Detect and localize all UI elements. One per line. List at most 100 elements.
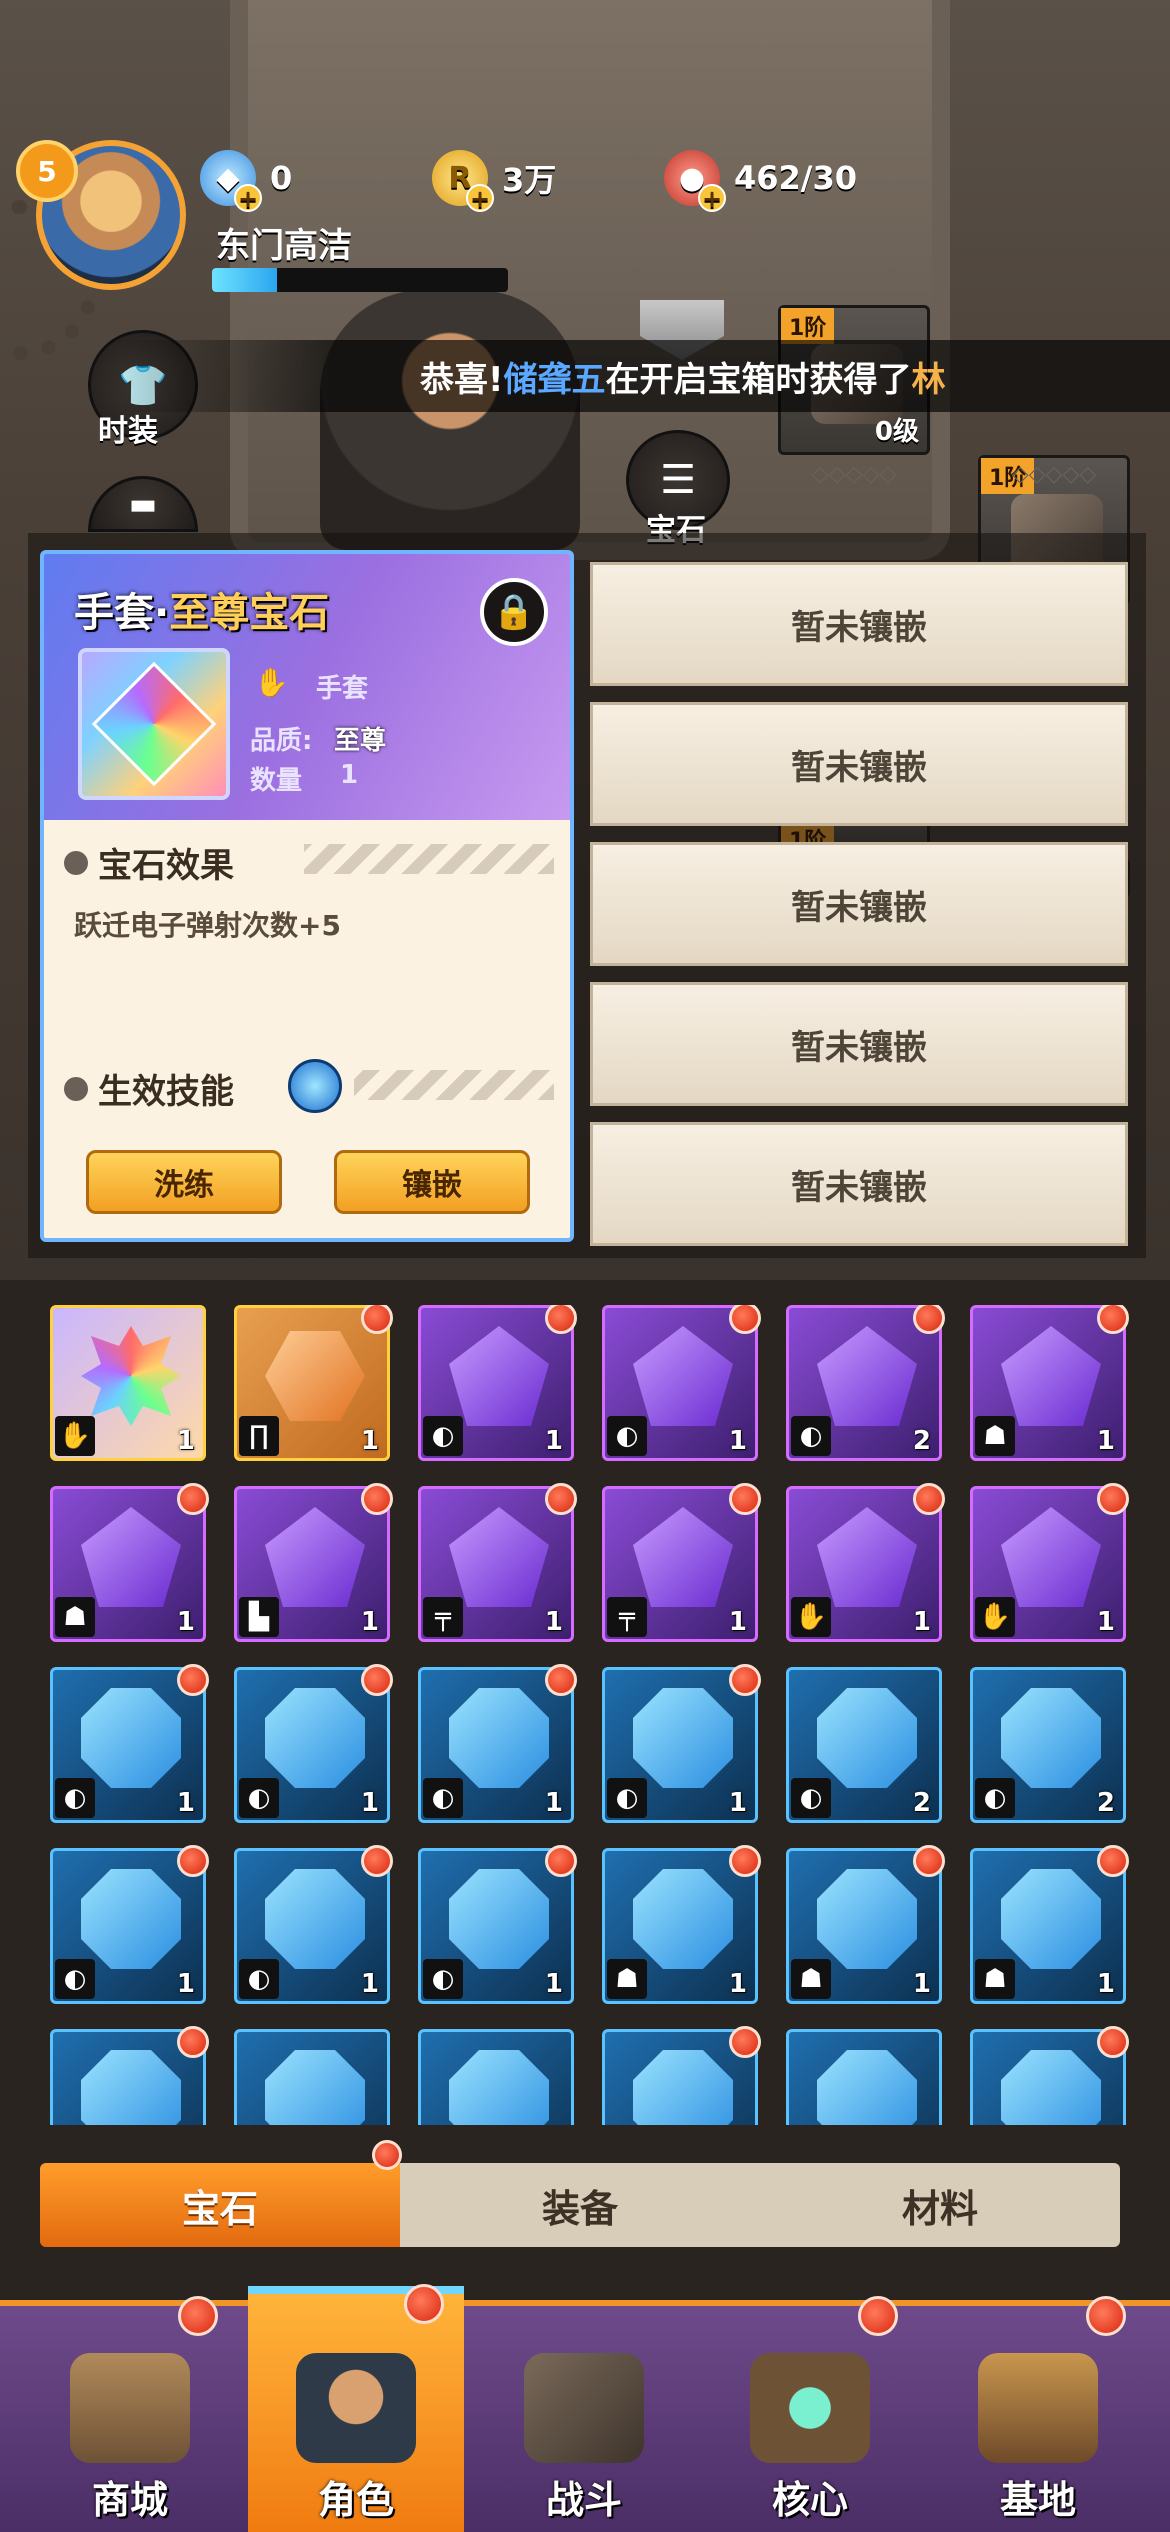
gem-item[interactable]: ◐ 2	[786, 1305, 945, 1461]
resource-coin[interactable]: R + 3万	[432, 150, 556, 212]
nav-base[interactable]: 基地	[930, 2296, 1146, 2532]
plus-icon[interactable]: +	[466, 184, 494, 212]
resource-stamina[interactable]: ● + 462/30	[664, 150, 857, 212]
notification-dot	[361, 1845, 393, 1877]
gem-item[interactable]: ▙ 1	[234, 1483, 393, 1642]
empty-socket[interactable]: 暂未镶嵌	[590, 562, 1128, 686]
nav-battle[interactable]: 战斗	[476, 2306, 692, 2532]
lock-button[interactable]: 🔒	[480, 578, 548, 646]
gem-item[interactable]: ✋ 1	[970, 1483, 1129, 1642]
gem-item[interactable]: ☗ 1	[970, 1305, 1129, 1461]
gem-item[interactable]: ◐ 1	[234, 1664, 393, 1823]
plus-icon[interactable]: +	[698, 184, 726, 212]
blue-gem-icon	[633, 2050, 733, 2125]
helmet-icon: ◐	[607, 1416, 647, 1456]
boot-icon: ▙	[239, 1597, 279, 1637]
effect-text: 跃迁电子弹射次数+5	[74, 909, 341, 942]
armor-icon: ☗	[975, 1416, 1015, 1456]
gem-item[interactable]: ◐ 2	[786, 1667, 942, 1823]
gem-count: 1	[360, 1607, 379, 1637]
armor-icon: ☗	[791, 1959, 831, 1999]
gem-item[interactable]: ◐	[234, 2029, 390, 2125]
gem-item[interactable]: ◐ 1	[50, 1664, 209, 1823]
blue-gem-icon	[81, 1688, 181, 1788]
notification-dot	[177, 1483, 209, 1515]
notification-dot	[1097, 1845, 1129, 1877]
glove-icon: ✋	[975, 1597, 1015, 1637]
gem-count: 1	[1096, 1426, 1115, 1456]
gem-item[interactable]: ◐	[50, 2026, 209, 2125]
nav-character[interactable]: 角色	[248, 2284, 464, 2532]
bottom-navigation: 商城 角色 战斗 核心 基地	[0, 2284, 1170, 2532]
gem-item[interactable]: ╤ 1	[418, 1483, 577, 1642]
notification-dot	[178, 2296, 218, 2336]
gem-item[interactable]: ◐ 2	[970, 1667, 1126, 1823]
notification-dot	[1097, 2026, 1129, 2058]
purple-gem-icon	[1001, 1326, 1101, 1426]
gem-item[interactable]: ◐	[602, 2026, 761, 2125]
helmet-icon: ◐	[239, 1778, 279, 1818]
gem-item[interactable]: ◐	[418, 2029, 574, 2125]
gem-count: 1	[728, 1969, 747, 1999]
gem-inventory-grid: ✋ 1 ∏ 1 ◐ 1 ◐ 1 ◐ 2 ☗ 1 ☗ 1 ▙ 1 ╤ 1 ╤ 1 ✋ 1 ✋ 1 ◐ 1 ◐ 1 ◐ 1 ◐ 1 ◐ 2 ◐ 2 ◐ 1 ◐ 1…	[50, 1305, 1130, 2125]
gem-item[interactable]: ◐	[970, 2026, 1129, 2125]
gem-item[interactable]: ☗ 1	[602, 1845, 761, 2004]
gem-count: 1	[912, 1969, 931, 1999]
gem-count: 2	[912, 1788, 931, 1818]
notification-dot	[372, 2140, 402, 2170]
blue-gem-icon	[1001, 1688, 1101, 1788]
character-icon	[296, 2353, 416, 2463]
gem-item[interactable]: ☗ 1	[786, 1845, 945, 2004]
gem-item[interactable]: ◐ 1	[50, 1845, 209, 2004]
gem-item[interactable]: ∏ 1	[234, 1305, 393, 1461]
notification-dot	[1097, 1483, 1129, 1515]
plus-icon[interactable]: +	[234, 184, 262, 212]
gem-count: 1	[360, 1426, 379, 1456]
tab-gems[interactable]: 宝石	[40, 2163, 400, 2247]
lock-icon: 🔒	[492, 592, 536, 632]
skill-icon[interactable]	[288, 1059, 342, 1113]
player-level-badge: 5	[16, 140, 78, 202]
gem-item[interactable]: ◐ 1	[602, 1664, 761, 1823]
nav-shop[interactable]: 商城	[22, 2296, 238, 2532]
gem-item[interactable]: ✋ 1	[50, 1305, 206, 1461]
gem-slot-type: 手套	[316, 674, 369, 704]
gem-item[interactable]: ◐ 1	[418, 1305, 577, 1461]
announcement-ticker: 恭喜! 储聋五 在开启宝箱时获得了 林	[120, 340, 1170, 412]
player-name: 东门高洁	[216, 226, 352, 266]
blue-gem-icon	[81, 2050, 181, 2125]
gem-item[interactable]: ◐ 1	[234, 1845, 393, 2004]
tab-equipment[interactable]: 装备	[400, 2163, 760, 2247]
inlay-button[interactable]: 镶嵌	[334, 1150, 530, 1214]
bullet-icon	[64, 850, 88, 875]
gem-item[interactable]: ☗ 1	[970, 1845, 1129, 2004]
notification-dot	[729, 1845, 761, 1877]
empty-socket[interactable]: 暂未镶嵌	[590, 1122, 1128, 1246]
resource-diamond[interactable]: ◆ + 0	[200, 150, 292, 212]
gem-count: 1	[912, 1607, 931, 1637]
refine-button[interactable]: 洗练	[86, 1150, 282, 1214]
armor-icon: ☗	[55, 1597, 95, 1637]
base-icon	[978, 2353, 1098, 2463]
nav-core[interactable]: 核心	[702, 2296, 918, 2532]
glove-icon: ✋	[55, 1416, 95, 1456]
glove-icon: ✋	[254, 666, 289, 699]
gem-item[interactable]: ╤ 1	[602, 1483, 761, 1642]
helmet-icon: ◐	[55, 1959, 95, 1999]
gem-item[interactable]: ✋ 1	[786, 1483, 945, 1642]
armor-icon: ☗	[607, 1959, 647, 1999]
empty-socket[interactable]: 暂未镶嵌	[590, 842, 1128, 966]
gem-item[interactable]: ◐ 1	[602, 1305, 761, 1461]
notification-dot	[361, 1483, 393, 1515]
gem-item[interactable]: ◐ 1	[418, 1845, 577, 2004]
equipment-sockets: ◇◇◇◇◇	[1011, 462, 1097, 487]
character-model	[320, 290, 580, 550]
gem-item[interactable]: ◐	[786, 2029, 942, 2125]
tab-materials[interactable]: 材料	[760, 2163, 1120, 2247]
empty-socket[interactable]: 暂未镶嵌	[590, 982, 1128, 1106]
nav-label: 核心	[771, 2478, 848, 2522]
gem-item[interactable]: ☗ 1	[50, 1483, 209, 1642]
empty-socket[interactable]: 暂未镶嵌	[590, 702, 1128, 826]
gem-item[interactable]: ◐ 1	[418, 1664, 577, 1823]
gem-count: 1	[176, 1607, 195, 1637]
